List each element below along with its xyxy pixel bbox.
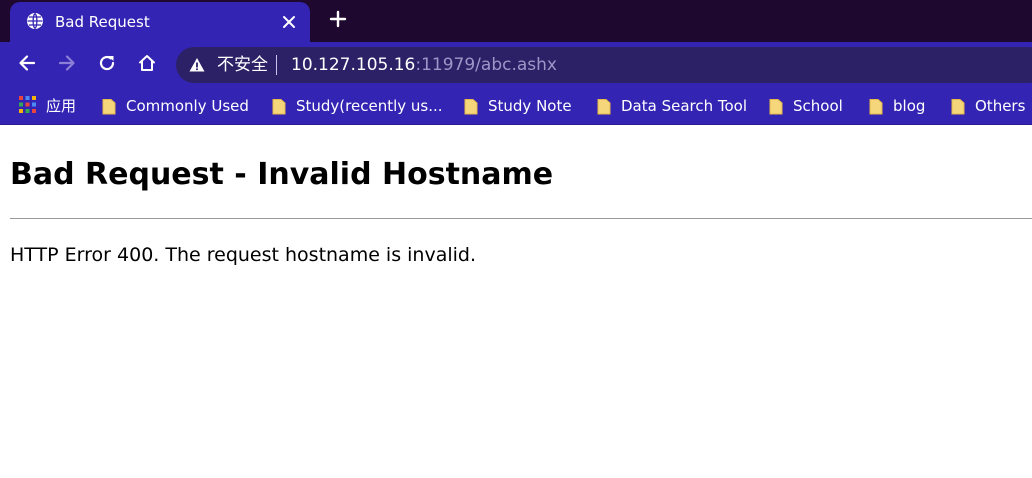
error-message: HTTP Error 400. The request hostname is … xyxy=(10,244,477,266)
bookmark-others[interactable]: Others xyxy=(951,95,1025,117)
globe-icon xyxy=(26,12,44,30)
url-path: :11979/abc.ashx xyxy=(415,55,557,75)
bookmark-study-recently-used[interactable]: Study(recently us... xyxy=(272,95,443,117)
bookmark-label: 应用 xyxy=(46,97,77,115)
url-text[interactable]: 10.127.105.16:11979/abc.ashx xyxy=(291,54,557,76)
navigation-toolbar: 不安全 10.127.105.16:11979/abc.ashx xyxy=(0,42,1032,88)
folder-icon xyxy=(869,98,883,115)
folder-icon xyxy=(951,98,965,115)
bookmark-label: Study(recently us... xyxy=(296,97,443,115)
apps-grid-icon xyxy=(19,95,36,117)
reload-button[interactable] xyxy=(93,51,121,79)
tab-bad-request[interactable]: Bad Request xyxy=(10,2,310,42)
folder-icon xyxy=(769,98,783,115)
plus-icon xyxy=(329,10,347,32)
browser-window: Bad Request 不安全 10.127.105.16:11979/abc.… xyxy=(0,0,1032,478)
bookmark-blog[interactable]: blog xyxy=(869,95,925,117)
folder-icon xyxy=(102,98,116,115)
close-icon[interactable] xyxy=(278,11,300,33)
page-content: Bad Request - Invalid Hostname HTTP Erro… xyxy=(0,125,1032,478)
warning-icon[interactable] xyxy=(188,56,206,74)
forward-button[interactable] xyxy=(53,51,81,79)
divider xyxy=(10,218,1032,219)
bookmark-label: Others xyxy=(975,97,1026,115)
back-button[interactable] xyxy=(13,51,41,79)
arrow-right-icon xyxy=(57,53,77,77)
omnibox-divider xyxy=(276,55,277,75)
home-icon xyxy=(137,53,157,77)
bookmarks-bar: 应用 Commonly Used Study(recently us... St… xyxy=(0,88,1032,125)
tab-title: Bad Request xyxy=(55,13,150,31)
bookmark-apps[interactable]: 应用 xyxy=(19,95,76,117)
address-bar[interactable]: 不安全 10.127.105.16:11979/abc.ashx xyxy=(176,47,1032,83)
bookmark-label: blog xyxy=(893,97,926,115)
bookmark-label: Data Search Tool xyxy=(621,97,748,115)
reload-icon xyxy=(97,53,117,77)
new-tab-button[interactable] xyxy=(326,9,350,33)
bookmark-school[interactable]: School xyxy=(769,95,843,117)
bookmark-commonly-used[interactable]: Commonly Used xyxy=(102,95,249,117)
tab-strip: Bad Request xyxy=(0,0,1032,42)
arrow-left-icon xyxy=(17,53,37,77)
folder-icon xyxy=(272,98,286,115)
folder-icon xyxy=(597,98,611,115)
home-button[interactable] xyxy=(133,51,161,79)
bookmark-label: School xyxy=(793,97,843,115)
bookmark-label: Study Note xyxy=(488,97,572,115)
page-title: Bad Request - Invalid Hostname xyxy=(10,157,554,192)
folder-icon xyxy=(464,98,478,115)
bookmark-data-search-tool[interactable]: Data Search Tool xyxy=(597,95,747,117)
bookmark-study-note[interactable]: Study Note xyxy=(464,95,572,117)
url-host: 10.127.105.16 xyxy=(291,55,416,75)
security-status-label[interactable]: 不安全 xyxy=(217,54,268,76)
bookmark-label: Commonly Used xyxy=(126,97,249,115)
